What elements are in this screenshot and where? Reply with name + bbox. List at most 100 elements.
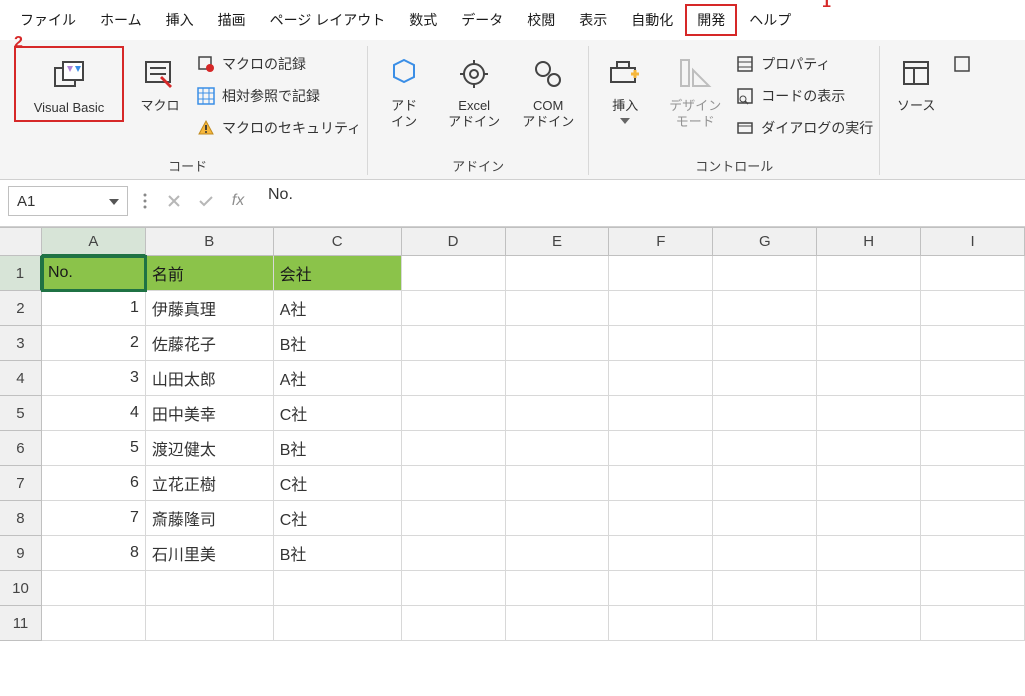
cell-c8[interactable]: C社 (274, 501, 402, 536)
cell[interactable] (402, 361, 506, 396)
cell[interactable] (402, 466, 506, 501)
cell[interactable] (506, 536, 610, 571)
relative-ref-button[interactable]: 相対参照で記録 (196, 84, 361, 108)
cell[interactable] (817, 501, 921, 536)
cell-c5[interactable]: C社 (274, 396, 402, 431)
cell-a9[interactable]: 8 (42, 536, 146, 571)
cell-a5[interactable]: 4 (42, 396, 146, 431)
cell-a8[interactable]: 7 (42, 501, 146, 536)
cell[interactable] (609, 501, 713, 536)
properties-button[interactable]: プロパティ (735, 52, 873, 76)
cell[interactable] (817, 326, 921, 361)
row-header-5[interactable]: 5 (0, 396, 42, 431)
row-header-8[interactable]: 8 (0, 501, 42, 536)
excel-addin-button[interactable]: Excel アドイン (440, 46, 508, 133)
cell[interactable] (506, 396, 610, 431)
cell[interactable] (817, 291, 921, 326)
cell[interactable] (402, 606, 506, 641)
cell[interactable] (921, 326, 1025, 361)
cell[interactable] (506, 571, 610, 606)
menu-file[interactable]: ファイル (8, 4, 88, 36)
row-header-9[interactable]: 9 (0, 536, 42, 571)
col-header-c[interactable]: C (274, 228, 402, 256)
cell[interactable] (713, 606, 817, 641)
cell[interactable] (506, 606, 610, 641)
cell-b4[interactable]: 山田太郎 (146, 361, 274, 396)
visual-basic-button[interactable]: Visual Basic (14, 46, 124, 122)
cell-a6[interactable]: 5 (42, 431, 146, 466)
cell-b9[interactable]: 石川里美 (146, 536, 274, 571)
cell[interactable] (609, 466, 713, 501)
source-button[interactable]: ソース (886, 46, 946, 118)
cell[interactable] (921, 571, 1025, 606)
cell-c7[interactable]: C社 (274, 466, 402, 501)
cell-a1[interactable]: No. (42, 256, 146, 291)
row-header-1[interactable]: 1 (0, 256, 42, 291)
menu-insert[interactable]: 挿入 (154, 4, 206, 36)
cell[interactable] (402, 571, 506, 606)
cell[interactable] (402, 536, 506, 571)
cell[interactable] (402, 326, 506, 361)
cell[interactable] (402, 396, 506, 431)
cell[interactable] (817, 361, 921, 396)
row-header-7[interactable]: 7 (0, 466, 42, 501)
menu-formulas[interactable]: 数式 (397, 4, 449, 36)
cell[interactable] (609, 571, 713, 606)
cell[interactable] (713, 431, 817, 466)
cell-b1[interactable]: 名前 (146, 256, 274, 291)
cell[interactable] (817, 431, 921, 466)
cell[interactable] (817, 536, 921, 571)
macro-button[interactable]: マクロ (130, 46, 190, 118)
cell[interactable] (402, 501, 506, 536)
addin-button[interactable]: アド イン (374, 46, 434, 133)
cell[interactable] (817, 606, 921, 641)
cell-h1[interactable] (817, 256, 921, 291)
cell-a7[interactable]: 6 (42, 466, 146, 501)
cell[interactable] (713, 396, 817, 431)
cell-c6[interactable]: B社 (274, 431, 402, 466)
cell[interactable] (506, 291, 610, 326)
cell-c4[interactable]: A社 (274, 361, 402, 396)
cell-d1[interactable] (402, 256, 506, 291)
col-header-f[interactable]: F (609, 228, 713, 256)
cell-a11[interactable] (42, 606, 146, 641)
record-macro-button[interactable]: マクロの記録 (196, 52, 361, 76)
cell[interactable] (921, 291, 1025, 326)
cell-c1[interactable]: 会社 (274, 256, 402, 291)
cell-a4[interactable]: 3 (42, 361, 146, 396)
view-code-button[interactable]: コードの表示 (735, 84, 873, 108)
cell[interactable] (506, 326, 610, 361)
menu-review[interactable]: 校閲 (515, 4, 567, 36)
cell[interactable] (921, 466, 1025, 501)
col-header-d[interactable]: D (402, 228, 506, 256)
col-header-g[interactable]: G (713, 228, 817, 256)
xml-small-button[interactable] (952, 52, 972, 76)
cell[interactable] (921, 536, 1025, 571)
cell-b11[interactable] (146, 606, 274, 641)
cell[interactable] (713, 466, 817, 501)
cell[interactable] (713, 326, 817, 361)
cell[interactable] (713, 361, 817, 396)
cell[interactable] (921, 431, 1025, 466)
menu-automate[interactable]: 自動化 (619, 4, 685, 36)
fx-icon[interactable]: fx (226, 189, 250, 213)
formula-input[interactable]: No. (258, 186, 1017, 216)
row-header-10[interactable]: 10 (0, 571, 42, 606)
design-mode-button[interactable]: デザイン モード (661, 46, 729, 133)
cell-c3[interactable]: B社 (274, 326, 402, 361)
cell-i1[interactable] (921, 256, 1025, 291)
cell[interactable] (713, 571, 817, 606)
com-addin-button[interactable]: COM アドイン (514, 46, 582, 133)
confirm-formula-icon[interactable] (194, 189, 218, 213)
cell-b10[interactable] (146, 571, 274, 606)
cell-b3[interactable]: 佐藤花子 (146, 326, 274, 361)
col-header-i[interactable]: I (921, 228, 1025, 256)
cell[interactable] (713, 536, 817, 571)
name-box[interactable]: A1 (8, 186, 128, 216)
cell-b8[interactable]: 斎藤隆司 (146, 501, 274, 536)
row-header-4[interactable]: 4 (0, 361, 42, 396)
cell-a3[interactable]: 2 (42, 326, 146, 361)
cell-g1[interactable] (713, 256, 817, 291)
cell-f1[interactable] (609, 256, 713, 291)
menu-developer[interactable]: 開発 (685, 4, 737, 36)
